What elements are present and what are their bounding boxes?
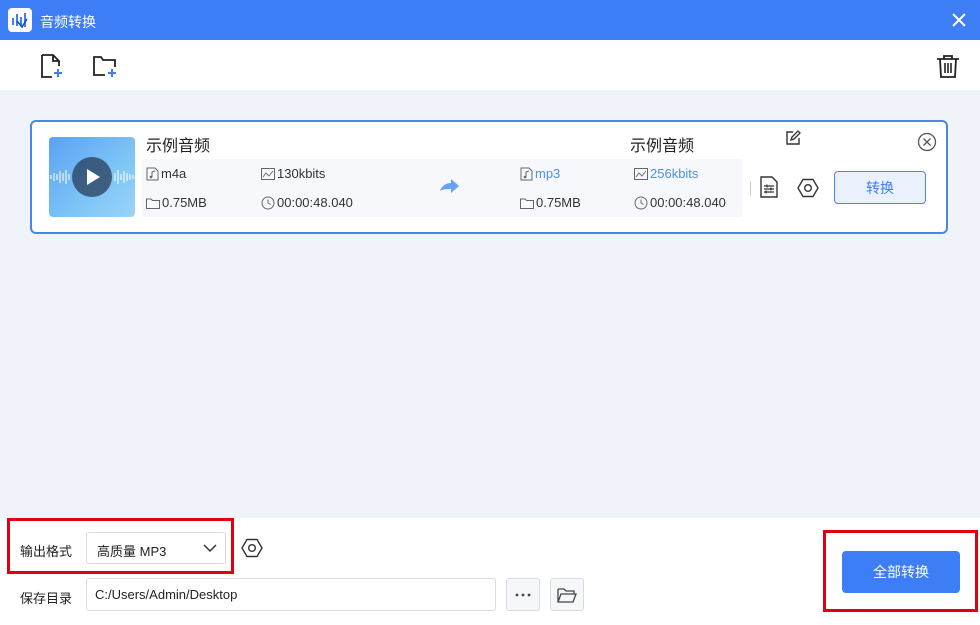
save-path-input[interactable] bbox=[86, 578, 496, 611]
target-size: 0.75MB bbox=[520, 195, 581, 210]
add-folder-icon bbox=[93, 56, 116, 77]
clear-list-button[interactable] bbox=[934, 52, 962, 80]
format-settings-button[interactable] bbox=[241, 537, 263, 559]
close-circle-icon bbox=[917, 132, 937, 152]
play-button[interactable] bbox=[72, 157, 112, 197]
source-file-name: 示例音频 bbox=[146, 138, 211, 155]
edit-icon bbox=[786, 130, 801, 145]
folder-open-icon bbox=[557, 587, 577, 603]
source-size: 0.75MB bbox=[146, 195, 207, 210]
folder-size-icon bbox=[146, 198, 160, 209]
convert-all-button[interactable]: 全部转换 bbox=[842, 551, 960, 593]
chevron-down-icon bbox=[203, 544, 217, 553]
output-format-select[interactable]: 高质量 MP3 bbox=[86, 532, 226, 564]
music-file-icon bbox=[146, 167, 159, 180]
play-icon bbox=[87, 169, 100, 185]
folder-size-icon bbox=[520, 198, 534, 209]
convert-button[interactable]: 转换 bbox=[834, 171, 926, 204]
audio-params-button[interactable] bbox=[759, 176, 779, 198]
add-file-icon bbox=[41, 54, 62, 78]
add-folder-button[interactable] bbox=[91, 52, 119, 80]
item-settings-button[interactable] bbox=[797, 177, 819, 199]
source-duration: 00:00:48.040 bbox=[261, 195, 353, 210]
target-format[interactable]: mp3 bbox=[520, 166, 560, 181]
output-format-value: 高质量 MP3 bbox=[97, 544, 167, 559]
bitrate-icon bbox=[634, 167, 648, 180]
clock-icon bbox=[261, 196, 275, 209]
browse-more-button[interactable] bbox=[506, 578, 540, 611]
app-logo-icon bbox=[8, 8, 32, 32]
rename-output-button[interactable] bbox=[785, 130, 801, 146]
source-bitrate: 130kbits bbox=[261, 166, 325, 181]
trash-icon bbox=[937, 55, 959, 78]
more-dots-icon bbox=[515, 593, 531, 596]
title-bar: 音频转换 bbox=[0, 0, 980, 40]
file-list-area: 示例音频 示例音频 m4a 130kbits 0.75MB 00:00:48.0… bbox=[0, 90, 980, 518]
settings-hexagon-icon bbox=[241, 538, 263, 558]
bottom-panel: 输出格式 高质量 MP3 保存目录 全部转换 bbox=[0, 518, 980, 625]
output-file-name: 示例音频 bbox=[630, 138, 695, 155]
convert-arrow-icon bbox=[440, 179, 459, 193]
audio-thumbnail bbox=[49, 137, 135, 217]
document-settings-icon bbox=[760, 176, 778, 198]
close-icon bbox=[952, 13, 966, 27]
toolbar bbox=[0, 40, 980, 90]
target-bitrate[interactable]: 256kbits bbox=[634, 166, 698, 181]
settings-hexagon-icon bbox=[797, 178, 819, 198]
window-title: 音频转换 bbox=[40, 14, 96, 30]
file-item[interactable]: 示例音频 示例音频 m4a 130kbits 0.75MB 00:00:48.0… bbox=[30, 120, 948, 234]
source-format: m4a bbox=[146, 166, 186, 181]
bitrate-icon bbox=[261, 167, 275, 180]
open-folder-button[interactable] bbox=[550, 578, 584, 611]
divider bbox=[750, 182, 751, 196]
target-duration: 00:00:48.040 bbox=[634, 195, 726, 210]
add-file-button[interactable] bbox=[38, 52, 66, 80]
save-directory-label: 保存目录 bbox=[20, 591, 73, 606]
music-file-icon bbox=[520, 167, 533, 180]
output-format-label: 输出格式 bbox=[20, 544, 73, 559]
clock-icon bbox=[634, 196, 648, 209]
remove-file-button[interactable] bbox=[917, 132, 937, 152]
close-window-button[interactable] bbox=[948, 9, 970, 31]
